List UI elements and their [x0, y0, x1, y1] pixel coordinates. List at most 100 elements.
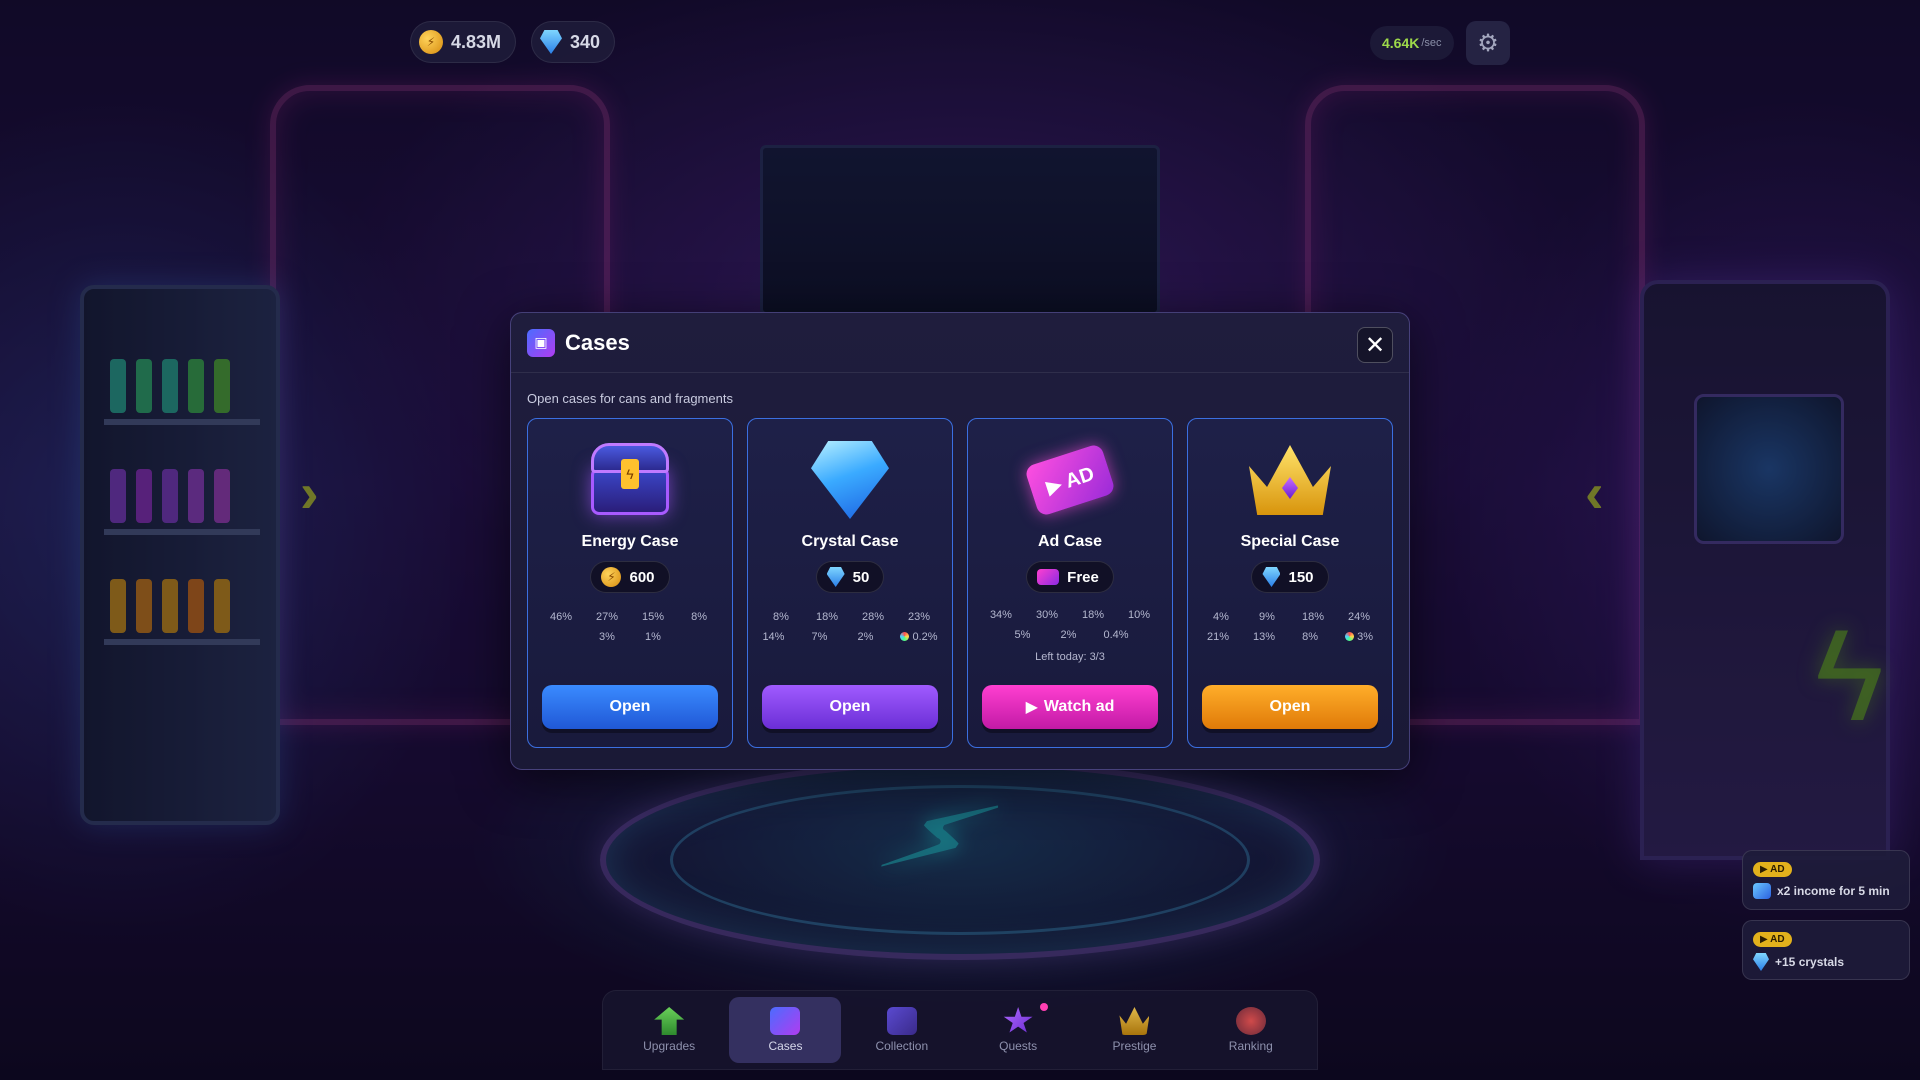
offer-text: x2 income for 5 min [1777, 884, 1890, 898]
odds-value: 0.4% [1103, 629, 1129, 641]
nav-ranking[interactable]: Ranking [1195, 997, 1307, 1063]
ad-tag: ▶ AD [1753, 932, 1792, 947]
odds-value: 1% [645, 631, 661, 643]
chest-icon: ϟ [585, 439, 675, 521]
odds-value: 18% [815, 611, 838, 623]
nav-label: Prestige [1112, 1039, 1157, 1053]
case-name: Energy Case [581, 533, 679, 550]
case-card-crystal: Crystal Case 50 8% 18% 28% 23% 14% 7% 2%… [747, 418, 953, 748]
case-name: Special Case [1240, 533, 1340, 550]
case-price-value: Free [1067, 568, 1099, 586]
coin-icon: ⚡ [601, 567, 622, 587]
odds-value: 13% [1253, 631, 1276, 643]
cases-icon: ▣ [527, 328, 555, 357]
crystal-icon [1262, 567, 1281, 587]
case-price: Free [1026, 561, 1114, 593]
case-card-ad: ▶ AD Ad Case Free 34% 30% 18% 10% 5% 2% … [967, 418, 1173, 748]
nav-label: Upgrades [643, 1039, 696, 1053]
open-special-case-button[interactable]: Open [1202, 685, 1378, 729]
nav-cases[interactable]: Cases [729, 997, 842, 1063]
nav-quests[interactable]: Quests [962, 997, 1074, 1063]
ad-tag: ▶ AD [1753, 862, 1792, 877]
crystal-icon [540, 30, 562, 54]
case-odds: 4% 9% 18% 24% 21% 13% 8% 3% [1200, 611, 1380, 651]
ad-offer-double-income[interactable]: ▶ AD x2 income for 5 min [1742, 850, 1910, 910]
crystal-balance: 340 [531, 21, 616, 63]
upgrades-icon [654, 1007, 685, 1035]
case-odds: 8% 18% 28% 23% 14% 7% 2% 0.2% [760, 611, 940, 651]
odds-rainbow-value: 0.2% [900, 631, 938, 643]
ad-views-left: Left today: 3/3 [1035, 651, 1105, 663]
odds-value: 2% [1060, 629, 1077, 641]
odds-value: 30% [1035, 609, 1058, 621]
nav-prestige[interactable]: Prestige [1078, 997, 1190, 1063]
modal-header: ▣ Cases [511, 313, 1409, 373]
case-name: Ad Case [1037, 533, 1103, 550]
odds-value: 4% [1213, 611, 1229, 623]
odds-value: 14% [762, 631, 785, 643]
case-price: 150 [1251, 561, 1329, 593]
odds-value: 8% [1302, 631, 1319, 643]
odds-value: 9% [1259, 611, 1275, 623]
crystal-icon [1753, 953, 1769, 971]
crystal-icon [826, 567, 845, 587]
nav-label: Quests [999, 1039, 1038, 1053]
open-crystal-case-button[interactable]: Open [762, 685, 938, 729]
case-price-value: 150 [1288, 568, 1314, 586]
case-price-value: 50 [852, 568, 870, 586]
coin-balance-value: 4.83M [451, 31, 502, 52]
case-card-special: Special Case 150 4% 9% 18% 24% 21% 13% 8… [1187, 418, 1393, 748]
odds-value: 3% [599, 631, 615, 643]
case-price: ⚡ 600 [590, 561, 670, 593]
nav-label: Cases [768, 1039, 803, 1053]
play-icon: ▶ [1025, 699, 1038, 716]
income-rate: 4.64K /sec [1370, 26, 1454, 60]
nav-upgrades[interactable]: Upgrades [613, 997, 725, 1063]
diamond-icon [805, 439, 895, 521]
bottom-nav: Upgrades Cases Collection Quests Prestig… [602, 990, 1318, 1070]
income-rate-unit: /sec [1421, 37, 1442, 49]
modal-title: Cases [565, 329, 630, 355]
odds-value: 8% [691, 611, 707, 623]
odds-value: 15% [642, 611, 665, 623]
income-rate-value: 4.64K [1382, 35, 1420, 51]
notification-badge [1040, 1003, 1049, 1011]
watch-ad-button[interactable]: ▶ Watch ad [982, 685, 1158, 729]
case-name: Crystal Case [801, 533, 899, 550]
quests-icon [1003, 1007, 1033, 1033]
settings-button[interactable]: ⚙ [1466, 21, 1510, 65]
odds-value: 18% [1301, 611, 1324, 623]
odds-value: 7% [811, 631, 828, 643]
case-price-value: 600 [629, 568, 655, 586]
odds-value: 18% [1082, 609, 1105, 621]
ranking-icon [1235, 1007, 1266, 1035]
offer-text: +15 crystals [1775, 955, 1845, 969]
close-icon: ✕ [1364, 331, 1386, 359]
prestige-icon [1119, 1007, 1150, 1035]
odds-rainbow-value: 3% [1345, 631, 1373, 643]
modal-subtitle: Open cases for cans and fragments [527, 391, 733, 406]
coin-icon: ⚡ [419, 30, 443, 54]
gear-icon: ⚙ [1477, 29, 1499, 57]
odds-value: 23% [908, 611, 931, 623]
coin-balance: ⚡ 4.83M [410, 21, 517, 63]
ad-ticket-icon: ▶ AD [1023, 439, 1117, 521]
cases-icon [770, 1007, 801, 1035]
odds-value: 21% [1207, 631, 1230, 643]
open-energy-case-button[interactable]: Open [542, 685, 718, 729]
close-button[interactable]: ✕ [1357, 327, 1393, 363]
crown-icon [1245, 439, 1335, 521]
collection-icon [886, 1007, 917, 1035]
odds-value: 2% [857, 631, 874, 643]
odds-value: 28% [861, 611, 885, 623]
watch-ad-label: Watch ad [1043, 698, 1115, 715]
rainbow-dot-icon [1345, 632, 1355, 641]
nav-collection[interactable]: Collection [846, 997, 958, 1063]
odds-value: 10% [1128, 609, 1151, 621]
case-odds: 34% 30% 18% 10% 5% 2% 0.4% [980, 609, 1160, 649]
case-odds: 46% 27% 15% 8% 3% 1% [540, 611, 720, 651]
ad-offer-crystals[interactable]: ▶ AD +15 crystals [1742, 920, 1910, 980]
case-price: 50 [815, 561, 885, 593]
cases-modal: ▣ Cases ✕ Open cases for cans and fragme… [510, 312, 1410, 770]
case-list: ϟ Energy Case ⚡ 600 46% 27% 15% 8% 3% 1% [527, 418, 1393, 748]
